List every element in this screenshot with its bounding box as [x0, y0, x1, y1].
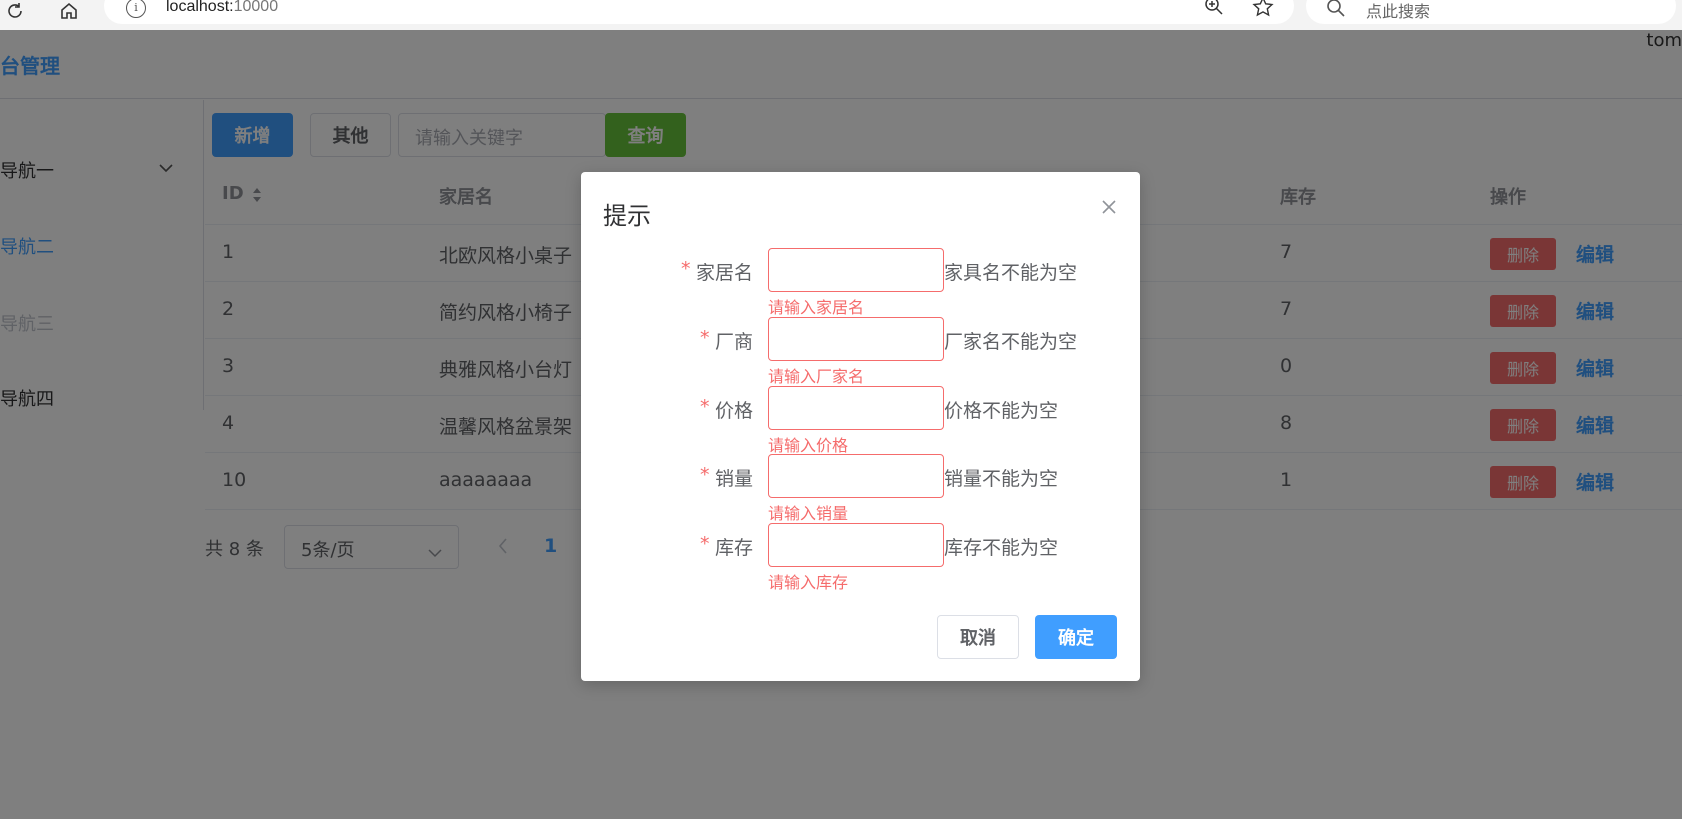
- browser-search-box[interactable]: 点此搜索: [1306, 0, 1676, 24]
- reload-icon[interactable]: [4, 0, 26, 22]
- zoom-icon[interactable]: [1204, 0, 1224, 20]
- field-error: 请输入家居名: [768, 298, 865, 317]
- site-info-icon[interactable]: i: [126, 0, 146, 18]
- confirm-button[interactable]: 确定: [1035, 615, 1117, 659]
- form-row-name: * 家居名 家具名不能为空 请输入家居名: [581, 248, 1140, 317]
- stock-input[interactable]: [768, 523, 944, 567]
- required-asterisk: *: [700, 533, 710, 555]
- close-icon[interactable]: [1096, 194, 1122, 220]
- cancel-button[interactable]: 取消: [937, 615, 1019, 659]
- form-row-price: * 价格 价格不能为空 请输入价格: [581, 386, 1140, 455]
- required-asterisk: *: [681, 258, 691, 280]
- form-label: 库存: [714, 537, 753, 559]
- form-label: 家居名: [695, 262, 753, 284]
- maker-input[interactable]: [768, 317, 944, 361]
- search-icon: [1326, 0, 1346, 22]
- inline-hint: 家具名不能为空: [944, 262, 1078, 284]
- name-input[interactable]: [768, 248, 944, 292]
- address-url: localhost:10000: [166, 0, 279, 15]
- browser-toolbar: i localhost:10000 点此搜索: [0, 0, 1682, 30]
- home-icon[interactable]: [58, 0, 80, 22]
- form-row-stock: * 库存 库存不能为空 请输入库存: [581, 523, 1140, 592]
- search-placeholder: 点此搜索: [1366, 2, 1431, 21]
- inline-hint: 价格不能为空: [944, 400, 1059, 422]
- form-label: 厂商: [714, 331, 753, 353]
- add-furniture-dialog: 提示 * 家居名 家具名不能为空 请输入家居名 * 厂商 厂家名不能为空 请输入…: [581, 172, 1140, 681]
- dialog-title: 提示: [603, 202, 651, 230]
- required-asterisk: *: [700, 327, 710, 349]
- inline-hint: 销量不能为空: [944, 468, 1059, 490]
- field-error: 请输入库存: [768, 573, 849, 592]
- inline-hint: 厂家名不能为空: [944, 331, 1078, 353]
- sales-input[interactable]: [768, 454, 944, 498]
- address-bar[interactable]: i localhost:10000: [104, 0, 1294, 24]
- required-asterisk: *: [700, 464, 710, 486]
- form-label: 价格: [714, 400, 753, 422]
- form-label: 销量: [714, 468, 753, 490]
- field-error: 请输入厂家名: [768, 367, 865, 386]
- field-error: 请输入销量: [768, 504, 849, 523]
- price-input[interactable]: [768, 386, 944, 430]
- form-row-maker: * 厂商 厂家名不能为空 请输入厂家名: [581, 317, 1140, 386]
- inline-hint: 库存不能为空: [944, 537, 1059, 559]
- field-error: 请输入价格: [768, 436, 849, 455]
- required-asterisk: *: [700, 396, 710, 418]
- bookmark-star-icon[interactable]: [1252, 0, 1274, 22]
- form-row-sales: * 销量 销量不能为空 请输入销量: [581, 454, 1140, 523]
